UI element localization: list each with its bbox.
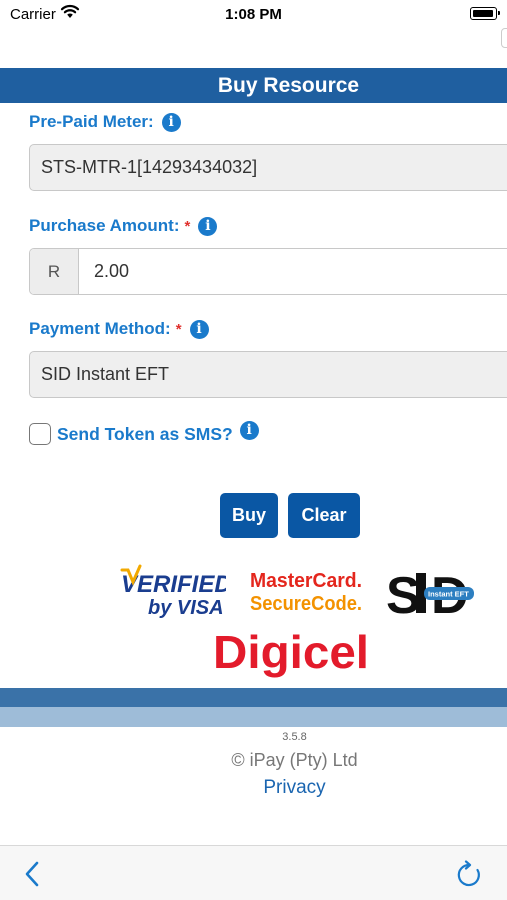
sms-checkbox[interactable] (29, 423, 51, 445)
sms-option-row: Send Token as SMS? i (29, 420, 259, 445)
page-title: Buy Resource (217, 73, 360, 97)
buy-button[interactable]: Buy (220, 493, 278, 538)
sid-instant-eft-logo: S D Instant EFT (386, 567, 474, 619)
info-icon[interactable]: i (198, 216, 218, 236)
info-icon[interactable]: i (161, 112, 181, 132)
chevron-left-icon[interactable] (22, 860, 42, 893)
info-icon[interactable]: i (189, 319, 209, 339)
payment-method-value: SID Instant EFT (41, 364, 170, 384)
version-label: 3.5.8 (282, 731, 307, 743)
meter-label: Pre-Paid Meter: (29, 112, 154, 131)
verified-by-visa-logo: VERIFIED by VISA (120, 564, 226, 619)
securecode-text: SecureCode. (250, 593, 362, 615)
bottom-toolbar (0, 845, 507, 900)
status-bar: Carrier 1:08 PM (0, 0, 507, 30)
privacy-link: Privacy (0, 777, 507, 799)
copyright-text: © iPay (Pty) Ltd (231, 750, 358, 770)
info-icon[interactable]: i (239, 420, 259, 440)
refresh-icon[interactable] (455, 860, 483, 895)
amount-input[interactable] (79, 249, 507, 294)
payment-method-select[interactable]: SID Instant EFT (29, 351, 507, 398)
amount-label-row: Purchase Amount: * i (29, 216, 218, 236)
by-visa-text: by VISA (148, 597, 224, 619)
mastercard-text: MasterCard. (250, 570, 362, 592)
required-asterisk: * (175, 320, 182, 338)
sid-s-letter: S (386, 567, 421, 619)
mastercard-securecode-logo: MasterCard. SecureCode. (250, 570, 362, 615)
sms-label[interactable]: Send Token as SMS? (57, 424, 233, 445)
battery-icon (470, 7, 500, 20)
meter-select[interactable]: STS-MTR-1[14293434032] (29, 144, 507, 191)
digicel-text: Digicel (213, 626, 369, 678)
meter-select-value: STS-MTR-1[14293434032] (41, 157, 258, 177)
meter-label-row: Pre-Paid Meter: i (29, 112, 181, 132)
page-title-bar: Buy Resource (0, 68, 507, 103)
clear-button[interactable]: Clear (288, 493, 360, 538)
amount-input-group: R (29, 248, 507, 295)
footer-band-dark (0, 688, 507, 707)
sid-instant-eft-text: Instant EFT (428, 590, 469, 599)
payment-label-row: Payment Method: * i (29, 319, 209, 339)
currency-addon: R (30, 249, 79, 294)
payment-label: Payment Method: (29, 319, 171, 338)
footer-band-light (0, 707, 507, 727)
clock: 1:08 PM (225, 6, 282, 23)
privacy-link-text[interactable]: Privacy (263, 777, 325, 798)
amount-label: Purchase Amount: (29, 216, 180, 235)
digicel-logo: Digicel (213, 626, 369, 678)
edge-tab (501, 28, 507, 48)
required-asterisk: * (184, 217, 191, 235)
